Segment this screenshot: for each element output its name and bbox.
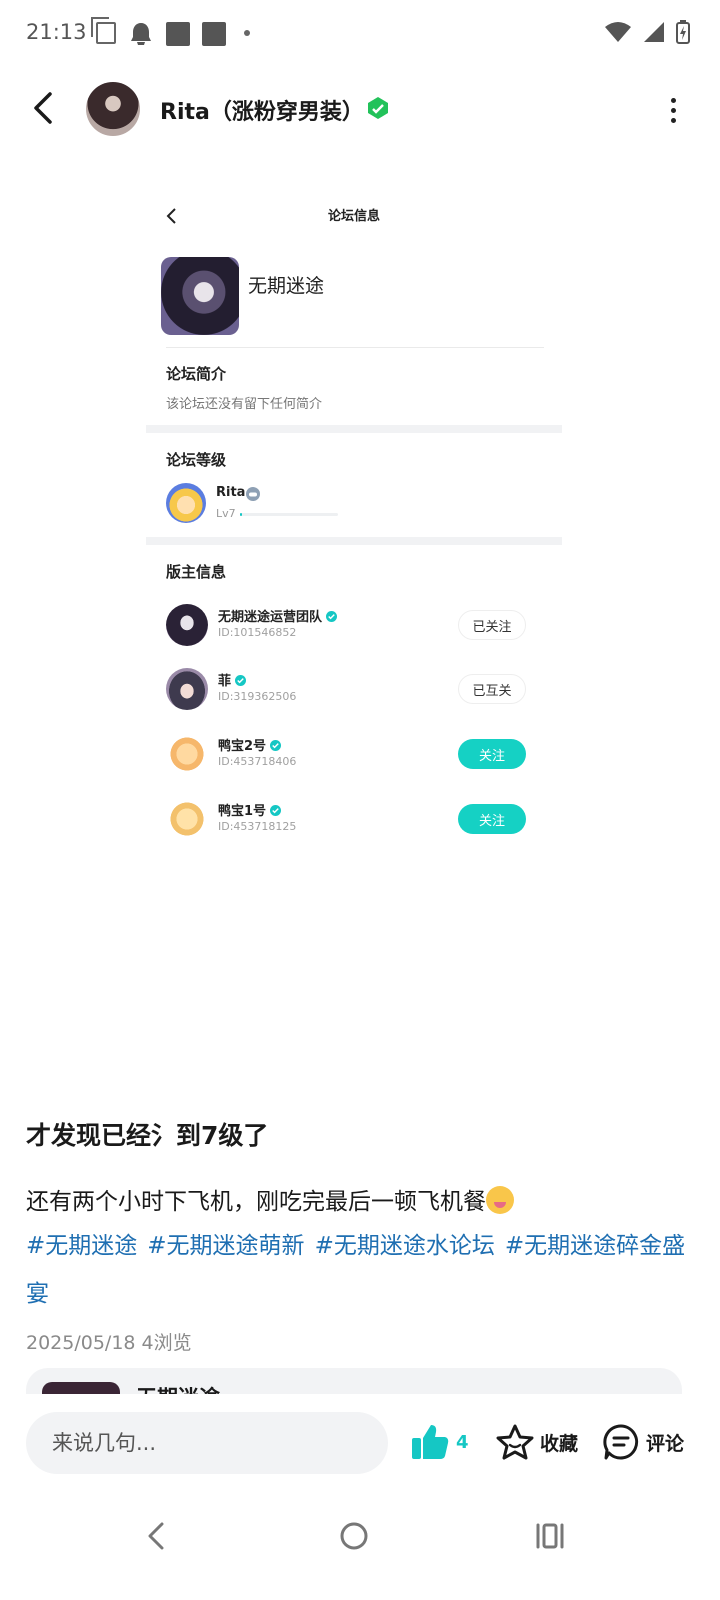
battery-icon xyxy=(676,20,690,44)
section-gap xyxy=(146,425,562,433)
favorite-button[interactable]: 收藏 xyxy=(496,1420,578,1464)
action-bar: 4 收藏 评论 xyxy=(0,1394,720,1492)
post-tags: #无期迷途 #无期迷途萌新 #无期迷途水论坛 #无期迷途碎金盛宴 xyxy=(26,1222,696,1318)
nav-back-button[interactable] xyxy=(138,1516,178,1556)
verified-badge-icon xyxy=(368,97,388,119)
follow-button[interactable]: 已关注 xyxy=(458,610,526,640)
nav-recents-icon xyxy=(536,1523,564,1549)
nav-back-icon xyxy=(148,1522,164,1550)
post-body-text: 还有两个小时下飞机，刚吃完最后一顿飞机餐 xyxy=(26,1189,486,1215)
favorite-label: 收藏 xyxy=(540,1432,579,1455)
comment-bubble-icon xyxy=(603,1424,639,1460)
comment-label: 评论 xyxy=(646,1432,685,1455)
star-icon xyxy=(496,1424,534,1460)
more-options-button[interactable] xyxy=(668,98,678,124)
system-nav-bar xyxy=(0,1492,720,1600)
drooling-face-emoji-icon xyxy=(486,1186,514,1214)
moderator-id: ID:453718125 xyxy=(218,820,297,833)
level-heading: 论坛等级 xyxy=(166,451,227,469)
post-body: 还有两个小时下飞机，刚吃完最后一顿飞机餐 xyxy=(26,1178,696,1226)
status-bar: 21:13 xyxy=(0,0,720,70)
verified-icon xyxy=(326,611,338,622)
moderator-avatar xyxy=(166,604,208,646)
nav-home-button[interactable] xyxy=(334,1516,374,1556)
tag-link[interactable]: #无期迷途 xyxy=(26,1233,137,1259)
level-label: Lv7 xyxy=(216,507,236,520)
comment-button[interactable]: 评论 xyxy=(602,1420,684,1464)
wifi-icon xyxy=(605,22,631,42)
like-count: 4 xyxy=(456,1431,469,1453)
intro-heading: 论坛简介 xyxy=(166,365,227,383)
level-progress-bar xyxy=(240,513,338,516)
forum-info-title: 论坛信息 xyxy=(327,209,380,224)
moderator-row: 鸭宝1号 ID:453718125 关注 xyxy=(166,794,546,844)
author-avatar[interactable] xyxy=(86,82,140,136)
verified-icon xyxy=(270,740,282,751)
moderator-id: ID:453718406 xyxy=(218,755,297,768)
tag-link[interactable]: #无期迷途水论坛 xyxy=(315,1233,495,1259)
divider xyxy=(166,347,544,348)
moderators-heading: 版主信息 xyxy=(166,563,227,581)
app-notification-icon xyxy=(202,22,226,46)
moderator-name: 鸭宝1号 xyxy=(218,800,282,819)
moderator-name: 菲 xyxy=(218,670,247,689)
moderator-row: 无期迷途运营团队 ID:101546852 已关注 xyxy=(166,600,546,650)
copy-icon xyxy=(91,17,116,44)
verified-icon xyxy=(235,675,247,686)
nav-recents-button[interactable] xyxy=(530,1516,570,1556)
section-gap xyxy=(146,537,562,545)
back-arrow-icon xyxy=(34,92,52,124)
thumbs-up-icon xyxy=(412,1425,449,1459)
follow-button[interactable]: 关注 xyxy=(458,804,526,834)
moderator-name: 鸭宝2号 xyxy=(218,735,282,754)
post-header: Rita（涨粉穿男装） xyxy=(0,70,720,150)
forum-name: 无期迷途 xyxy=(248,275,325,297)
moderator-avatar xyxy=(166,798,208,840)
post-title: 才发现已经氵到7级了 xyxy=(26,1121,269,1150)
nav-home-icon xyxy=(340,1522,368,1550)
forum-avatar xyxy=(161,257,239,335)
follow-button[interactable]: 关注 xyxy=(458,739,526,769)
moderator-id: ID:319362506 xyxy=(218,690,297,703)
moderator-avatar xyxy=(166,733,208,775)
user-avatar xyxy=(166,483,206,523)
like-button[interactable]: 4 xyxy=(410,1420,469,1464)
status-time: 21:13 xyxy=(26,20,87,44)
signal-icon xyxy=(644,22,664,42)
gamepad-icon xyxy=(246,487,260,501)
level-progress-fill xyxy=(240,513,242,516)
author-name[interactable]: Rita（涨粉穿男装） xyxy=(160,94,364,126)
moderator-id: ID:101546852 xyxy=(218,626,297,639)
more-notifications-icon xyxy=(244,30,250,36)
back-button[interactable] xyxy=(26,86,66,130)
moderator-row: 菲 ID:319362506 已互关 xyxy=(166,664,546,714)
intro-text: 该论坛还没有留下任何简介 xyxy=(166,397,323,412)
post-date-views: 2025/05/18 4浏览 xyxy=(26,1332,192,1354)
moderator-row: 鸭宝2号 ID:453718406 关注 xyxy=(166,729,546,779)
post-image[interactable]: 论坛信息 无期迷途 论坛简介 该论坛还没有留下任何简介 论坛等级 Rita Lv… xyxy=(146,185,562,865)
moderator-name: 无期迷途运营团队 xyxy=(218,606,338,625)
tag-link[interactable]: #无期迷途萌新 xyxy=(147,1233,304,1259)
level-user-name: Rita xyxy=(216,485,246,500)
follow-button[interactable]: 已互关 xyxy=(458,674,526,704)
qq-icon xyxy=(130,22,152,46)
comment-input[interactable] xyxy=(26,1412,388,1474)
verified-icon xyxy=(270,805,282,816)
app-notification-icon xyxy=(166,22,190,46)
moderator-avatar xyxy=(166,668,208,710)
